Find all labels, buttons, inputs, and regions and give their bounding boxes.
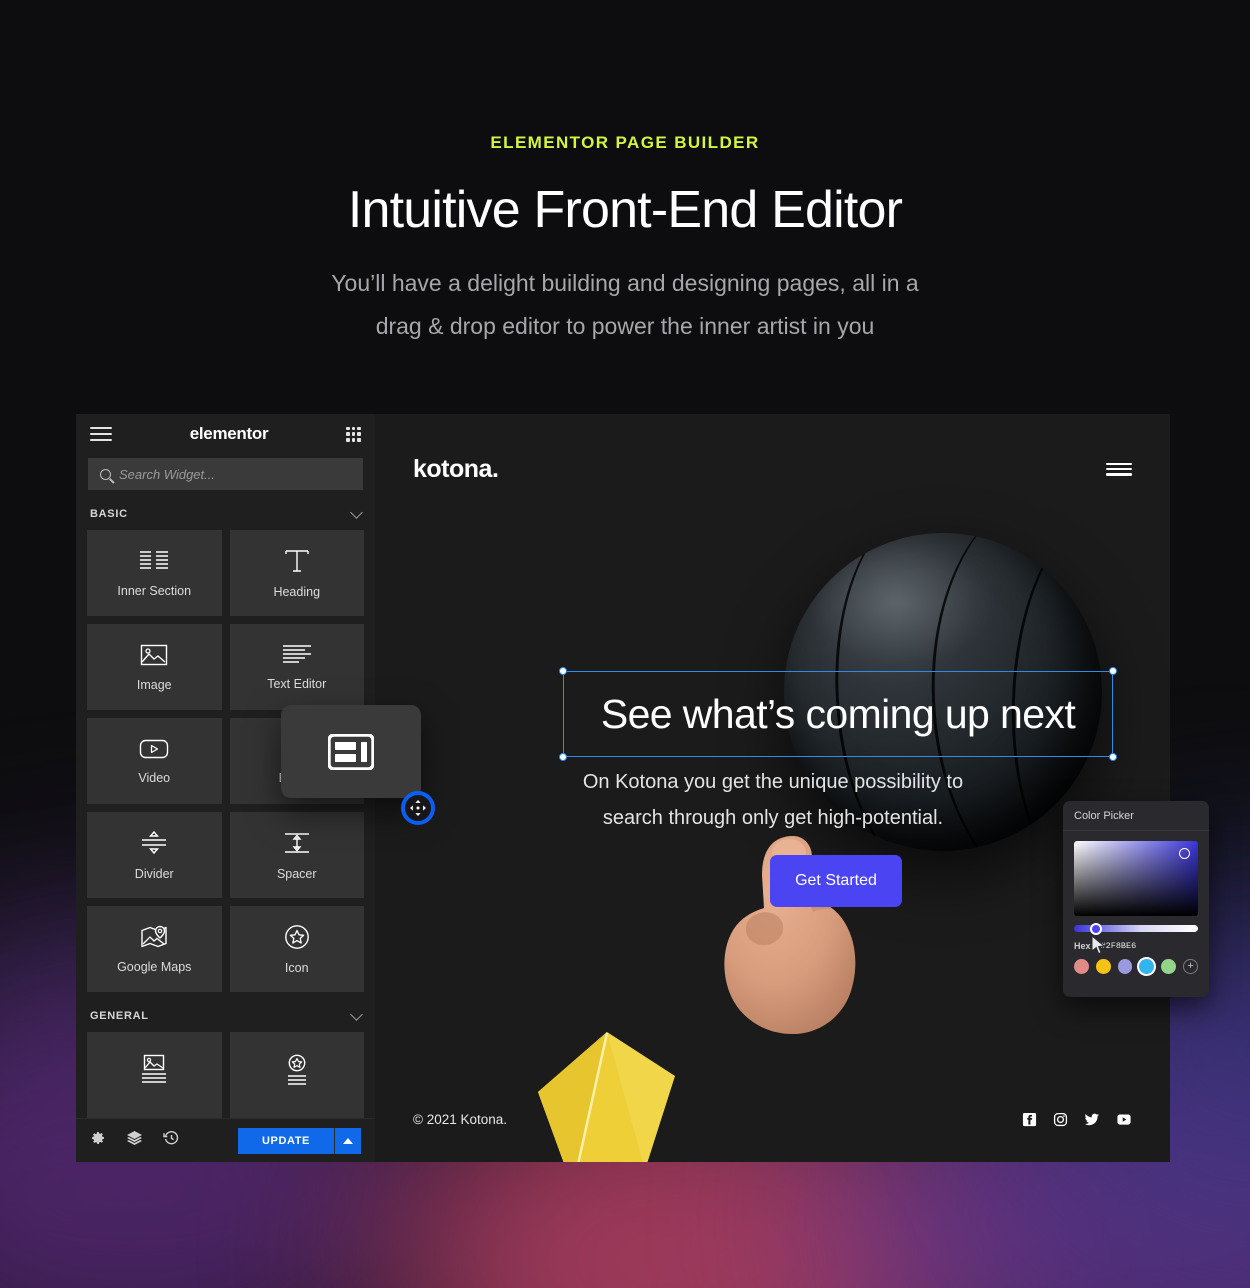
history-clock-icon[interactable]	[163, 1130, 180, 1151]
section-label: BASIC	[90, 508, 128, 520]
gear-icon[interactable]	[90, 1130, 106, 1151]
widget-image-box[interactable]	[87, 1032, 222, 1118]
facebook-icon[interactable]	[1022, 1112, 1037, 1127]
star-circle-icon	[284, 924, 309, 949]
layers-icon[interactable]	[126, 1130, 143, 1151]
video-play-icon	[140, 739, 169, 758]
site-footer: © 2021 Kotona.	[375, 1076, 1170, 1162]
widget-inner-section[interactable]: Inner Section	[87, 530, 222, 616]
widget-layout-icon	[328, 733, 374, 770]
color-saturation-field[interactable]	[1074, 841, 1198, 916]
update-button-group: UPDATE	[237, 1127, 361, 1154]
elementor-logo: elementor	[189, 424, 269, 443]
divider-icon	[142, 830, 167, 854]
widget-label: Heading	[273, 584, 321, 599]
image-box-icon	[142, 1054, 167, 1083]
swatch-salmon[interactable]	[1074, 959, 1089, 974]
drag-move-cursor[interactable]	[401, 791, 435, 825]
widget-heading[interactable]: Heading	[229, 530, 364, 616]
canvas-heading[interactable]: See what’s coming up next	[564, 672, 1112, 756]
search-input[interactable]	[119, 466, 351, 482]
slider-knob[interactable]	[1090, 922, 1102, 935]
widget-grid-general	[76, 1032, 375, 1118]
twitter-icon[interactable]	[1084, 1112, 1100, 1127]
swatch-periwinkle[interactable]	[1117, 959, 1133, 974]
hamburger-menu-icon[interactable]	[1106, 462, 1132, 476]
heading-t-icon	[285, 549, 309, 572]
get-started-button[interactable]: Get Started	[770, 855, 902, 907]
hero-subtitle-line-2: drag & drop editor to power the inner ar…	[375, 313, 875, 339]
search-container	[76, 454, 375, 490]
color-swatches: +	[1063, 951, 1209, 974]
color-picker-title: Color Picker	[1063, 801, 1209, 831]
move-arrows-icon	[410, 800, 426, 816]
add-swatch-button[interactable]: +	[1183, 959, 1198, 974]
spacer-icon	[284, 832, 309, 853]
canvas-paragraph-line-2: search through only get high-potential.	[602, 807, 944, 829]
canvas-paragraph-line-1: On Kotona you get the unique possibility…	[582, 771, 964, 793]
color-lightness-slider[interactable]	[1074, 922, 1198, 935]
widget-icon-box[interactable]	[229, 1032, 364, 1118]
selected-widget-outline[interactable]: See what’s coming up next	[559, 667, 1117, 761]
widget-text-editor[interactable]: Text Editor	[229, 624, 364, 710]
swatch-yellow[interactable]	[1095, 959, 1111, 974]
section-header-basic[interactable]: BASIC	[76, 490, 375, 530]
color-picker-popup[interactable]: Color Picker Hex: #2F8BE6 +	[1063, 801, 1209, 997]
panel-footer-toolbar: UPDATE	[76, 1118, 375, 1162]
hex-row: Hex: #2F8BE6	[1063, 932, 1209, 951]
chevron-down-icon[interactable]	[350, 1007, 363, 1021]
widget-label: Spacer	[276, 866, 317, 881]
search-box[interactable]	[88, 458, 363, 490]
grid-apps-icon[interactable]	[346, 426, 361, 442]
chevron-down-icon[interactable]	[350, 505, 363, 519]
panel-header: elementor	[76, 414, 375, 454]
dragged-widget-ghost[interactable]	[281, 705, 421, 798]
widget-label: Video	[138, 770, 171, 785]
copyright-text: © 2021 Kotona.	[413, 1111, 508, 1127]
widget-icon[interactable]: Icon	[229, 906, 364, 992]
google-maps-icon	[141, 925, 167, 947]
site-logo[interactable]: kotona.	[413, 455, 499, 484]
update-button[interactable]: UPDATE	[237, 1127, 334, 1154]
widget-image[interactable]: Image	[87, 624, 222, 710]
panel-scroll-area[interactable]: BASIC Inner Section Heading Image Text E…	[76, 490, 375, 1118]
widget-label: Google Maps	[117, 959, 192, 974]
mouse-cursor-icon	[1091, 935, 1106, 955]
yellow-cube-prop	[538, 1032, 675, 1162]
youtube-icon[interactable]	[1116, 1112, 1132, 1127]
widget-label: Icon	[284, 960, 309, 975]
swatch-blue[interactable]	[1139, 959, 1155, 974]
instagram-icon[interactable]	[1053, 1112, 1068, 1127]
widget-label: Text Editor	[267, 676, 327, 691]
hero-subtitle: You’ll have a delight building and desig…	[0, 262, 1250, 348]
search-icon	[100, 468, 111, 480]
caret-up-icon[interactable]	[334, 1127, 361, 1154]
widget-divider[interactable]: Divider	[87, 812, 222, 898]
swatch-green[interactable]	[1161, 959, 1177, 974]
canvas-preview[interactable]: kotona. See what’s coming up next On Kot…	[375, 414, 1170, 1162]
widget-label: Divider	[134, 866, 174, 881]
image-icon	[141, 644, 168, 665]
site-navbar: kotona.	[375, 414, 1170, 524]
section-header-general[interactable]: GENERAL	[76, 992, 375, 1032]
page-title: Intuitive Front-End Editor	[347, 181, 903, 239]
hamburger-menu-icon[interactable]	[90, 427, 112, 441]
social-links	[1022, 1112, 1132, 1127]
text-lines-icon	[282, 644, 311, 663]
widget-label: Image	[136, 677, 172, 692]
color-field-knob[interactable]	[1179, 848, 1190, 859]
hero-eyebrow: ELEMENTOR PAGE BUILDER	[490, 133, 760, 152]
hero-section: ELEMENTOR PAGE BUILDER Intuitive Front-E…	[0, 0, 1250, 348]
widget-video[interactable]: Video	[87, 718, 222, 804]
section-label: GENERAL	[90, 1010, 149, 1022]
hero-subtitle-line-1: You’ll have a delight building and desig…	[331, 270, 919, 296]
widget-spacer[interactable]: Spacer	[229, 812, 364, 898]
widget-google-maps[interactable]: Google Maps	[87, 906, 222, 992]
widget-label: Inner Section	[117, 583, 192, 598]
inner-section-icon	[140, 550, 169, 569]
icon-box-icon	[287, 1054, 306, 1085]
canvas-paragraph[interactable]: On Kotona you get the unique possibility…	[493, 764, 1053, 836]
elementor-editor-window: elementor BASIC	[76, 414, 1170, 1162]
